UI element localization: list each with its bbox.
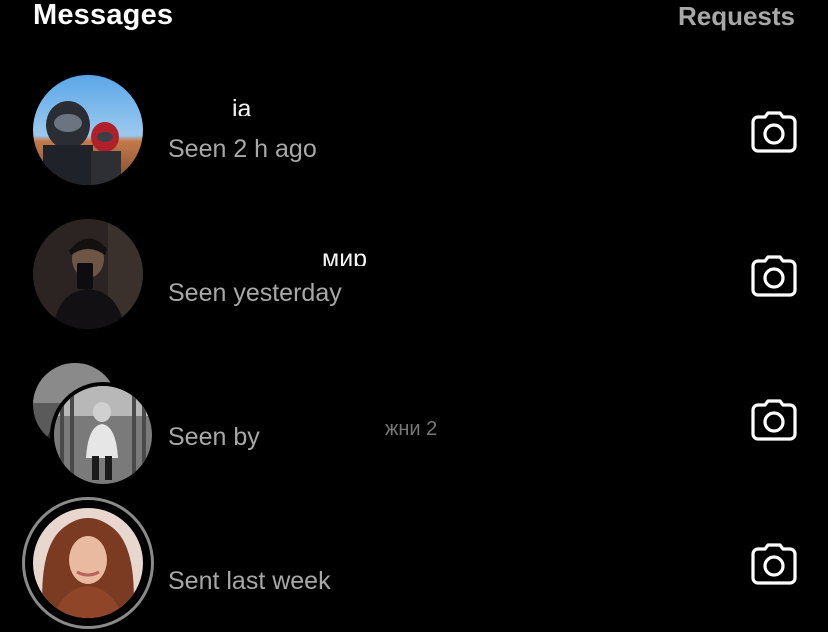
message-thread[interactable]: Seen by жни 2 xyxy=(0,348,828,488)
camera-icon[interactable] xyxy=(751,543,797,585)
message-thread[interactable]: мир Seen yesterday xyxy=(0,204,828,344)
thread-status: Sent last week xyxy=(168,567,331,595)
header: Messages Requests xyxy=(0,0,828,40)
thread-name: мир xyxy=(322,245,368,266)
avatar xyxy=(33,75,143,185)
thread-status: Seen yesterday xyxy=(168,279,342,307)
message-thread[interactable]: ja Seen 2 h ago xyxy=(0,60,828,200)
requests-link[interactable]: Requests xyxy=(678,1,795,32)
avatar xyxy=(33,508,143,618)
camera-icon[interactable] xyxy=(751,399,797,441)
thread-status-tail: жни 2 xyxy=(385,418,438,440)
avatar xyxy=(33,219,143,329)
page-title: Messages xyxy=(33,0,174,31)
camera-icon[interactable] xyxy=(751,111,797,153)
thread-status: Seen 2 h ago xyxy=(168,135,317,163)
thread-status: Seen by xyxy=(168,423,260,451)
thread-name: ja xyxy=(232,95,252,116)
group-avatar-front xyxy=(50,382,156,488)
message-thread[interactable]: Sent last week xyxy=(0,492,828,632)
camera-icon[interactable] xyxy=(751,255,797,297)
